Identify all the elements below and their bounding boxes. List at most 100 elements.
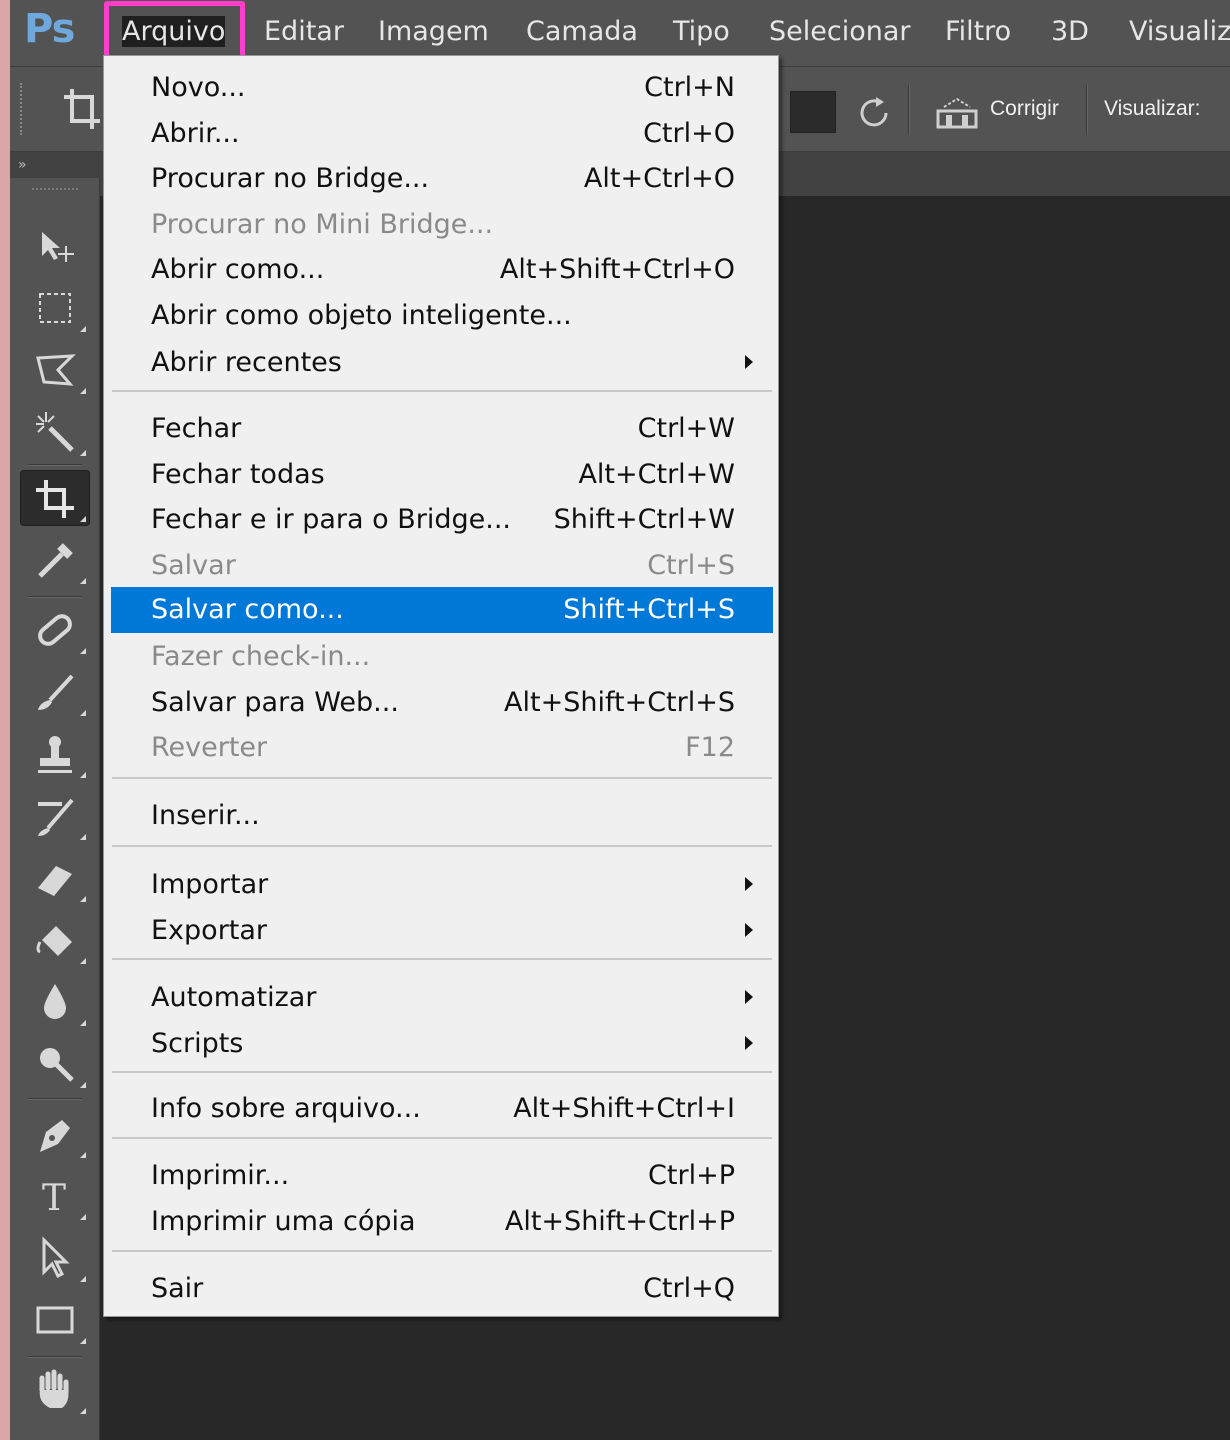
rectangle-tool[interactable] — [20, 1292, 90, 1348]
menu-item-label: Abrir recentes — [151, 347, 342, 378]
menu-item-label: Abrir como objeto inteligente... — [151, 300, 572, 331]
menu-item-fechar-todas[interactable]: Fechar todas Alt+Ctrl+W — [111, 452, 773, 498]
lasso-tool[interactable] — [20, 342, 90, 398]
menu-item-label: Automatizar — [151, 982, 317, 1013]
menu-item-label: Salvar para Web... — [151, 687, 399, 718]
menu-item-label: Reverter — [151, 732, 268, 763]
move-icon — [42, 232, 74, 262]
menu-selecionar[interactable]: Selecionar — [769, 16, 911, 47]
window-edge — [0, 0, 10, 1440]
brush-tool[interactable] — [20, 664, 90, 720]
blur-tool[interactable] — [20, 974, 90, 1030]
move-tool[interactable] — [20, 218, 90, 274]
crop-icon[interactable] — [62, 85, 102, 133]
dodge-icon — [40, 1048, 74, 1082]
menu-item-fechar-ir-bridge[interactable]: Fechar e ir para o Bridge... Shift+Ctrl+W — [111, 497, 773, 543]
menu-item-shortcut: Ctrl+P — [648, 1160, 735, 1191]
straighten-icon[interactable] — [934, 93, 980, 133]
eraser-tool[interactable] — [20, 850, 90, 906]
path-selection-tool[interactable] — [20, 1230, 90, 1286]
menu-item-salvar-para-web[interactable]: Salvar para Web... Alt+Shift+Ctrl+S — [111, 680, 773, 726]
menu-item-novo[interactable]: Novo... Ctrl+N — [111, 65, 773, 111]
menu-item-shortcut: Alt+Ctrl+O — [583, 163, 735, 194]
menu-imagem[interactable]: Imagem — [378, 16, 489, 47]
marquee-tool[interactable] — [20, 280, 90, 336]
ratio-field[interactable] — [790, 91, 836, 133]
type-icon: T — [42, 1178, 66, 1218]
menu-item-exportar[interactable]: Exportar — [111, 908, 773, 954]
crop-tool[interactable] — [20, 470, 90, 526]
menu-item-label: Importar — [151, 869, 269, 900]
eyedropper-tool[interactable] — [20, 532, 90, 588]
magic-wand-tool[interactable] — [20, 404, 90, 460]
menu-item-abrir-objeto-inteligente[interactable]: Abrir como objeto inteligente... — [111, 293, 773, 339]
menu-item-shortcut: Ctrl+S — [647, 550, 735, 581]
menu-tipo[interactable]: Tipo — [673, 16, 730, 47]
menu-item-shortcut: Ctrl+W — [637, 413, 735, 444]
menu-item-imprimir[interactable]: Imprimir... Ctrl+P — [111, 1153, 773, 1199]
collapse-icon[interactable]: » — [18, 157, 27, 173]
eyedropper-icon — [38, 543, 73, 578]
clone-stamp-tool[interactable] — [20, 726, 90, 782]
menu-item-fechar[interactable]: Fechar Ctrl+W — [111, 406, 773, 452]
menu-item-info-sobre-arquivo[interactable]: Info sobre arquivo... Alt+Shift+Ctrl+I — [111, 1086, 773, 1132]
menu-3d[interactable]: 3D — [1051, 16, 1089, 47]
menu-item-label: Sair — [151, 1273, 204, 1304]
menu-item-procurar-mini-bridge: Procurar no Mini Bridge... — [111, 202, 773, 248]
menu-item-salvar: Salvar Ctrl+S — [111, 543, 773, 589]
history-brush-tool[interactable] — [20, 788, 90, 844]
menu-item-label: Fechar — [151, 413, 242, 444]
menu-item-inserir[interactable]: Inserir... — [111, 793, 773, 839]
dodge-tool[interactable] — [20, 1036, 90, 1092]
menu-editar[interactable]: Editar — [264, 16, 344, 47]
magic-wand-icon — [36, 412, 74, 452]
stamp-icon — [38, 736, 72, 773]
menu-separator — [112, 1250, 772, 1252]
pen-tool[interactable] — [20, 1106, 90, 1162]
paint-bucket-tool[interactable] — [20, 912, 90, 968]
menu-camada[interactable]: Camada — [526, 16, 638, 47]
menu-item-automatizar[interactable]: Automatizar — [111, 975, 773, 1021]
menu-separator — [112, 390, 772, 392]
menu-filtro[interactable]: Filtro — [945, 16, 1011, 47]
menu-item-label: Fechar e ir para o Bridge... — [151, 504, 512, 535]
menu-item-salvar-como[interactable]: Salvar como... Shift+Ctrl+S — [111, 587, 773, 633]
menu-item-label: Fechar todas — [151, 459, 325, 490]
menu-item-imprimir-uma-copia[interactable]: Imprimir uma cópia Alt+Shift+Ctrl+P — [111, 1199, 773, 1245]
menu-item-label: Procurar no Mini Bridge... — [151, 209, 494, 240]
menu-item-scripts[interactable]: Scripts — [111, 1021, 773, 1067]
menu-item-shortcut: Alt+Ctrl+W — [578, 459, 735, 490]
view-overlay-label: Visualizar: — [1104, 97, 1201, 120]
menu-item-label: Procurar no Bridge... — [151, 163, 430, 194]
menu-item-shortcut: Alt+Shift+Ctrl+P — [504, 1206, 735, 1237]
options-grip[interactable] — [20, 83, 24, 135]
hand-tool[interactable] — [20, 1362, 90, 1418]
tools-panel-header[interactable]: » — [10, 152, 100, 178]
menu-item-shortcut: Ctrl+Q — [643, 1273, 735, 1304]
menu-item-importar[interactable]: Importar — [111, 862, 773, 908]
healing-brush-tool[interactable] — [20, 602, 90, 658]
menu-separator — [112, 777, 772, 779]
menu-item-shortcut: Shift+Ctrl+W — [553, 504, 735, 535]
menu-item-procurar-bridge[interactable]: Procurar no Bridge... Alt+Ctrl+O — [111, 156, 773, 202]
menu-item-fazer-check-in: Fazer check-in... — [111, 634, 773, 680]
menu-item-label: Inserir... — [151, 800, 260, 831]
brush-icon — [38, 674, 74, 710]
menu-item-sair[interactable]: Sair Ctrl+Q — [111, 1266, 773, 1312]
toolbar-separator — [28, 1356, 82, 1357]
straighten-button[interactable]: Corrigir — [990, 97, 1059, 121]
options-separator — [1086, 85, 1087, 135]
menu-item-label: Imprimir... — [151, 1160, 290, 1191]
tools-grip[interactable] — [32, 188, 78, 192]
menu-item-abrir-recentes[interactable]: Abrir recentes — [111, 340, 773, 386]
menu-item-label: Abrir... — [151, 118, 240, 149]
lasso-icon — [36, 354, 76, 386]
type-tool[interactable]: T — [20, 1168, 90, 1224]
rotate-icon[interactable] — [854, 93, 894, 133]
menu-item-label: Exportar — [151, 915, 268, 946]
menu-item-label: Scripts — [151, 1028, 244, 1059]
menu-visualizar[interactable]: Visualiza — [1129, 16, 1230, 47]
file-menu-dropdown: Novo... Ctrl+N Abrir... Ctrl+O Procurar no… — [103, 55, 779, 1317]
menu-item-abrir[interactable]: Abrir... Ctrl+O — [111, 111, 773, 157]
menu-item-abrir-como[interactable]: Abrir como... Alt+Shift+Ctrl+O — [111, 247, 773, 293]
